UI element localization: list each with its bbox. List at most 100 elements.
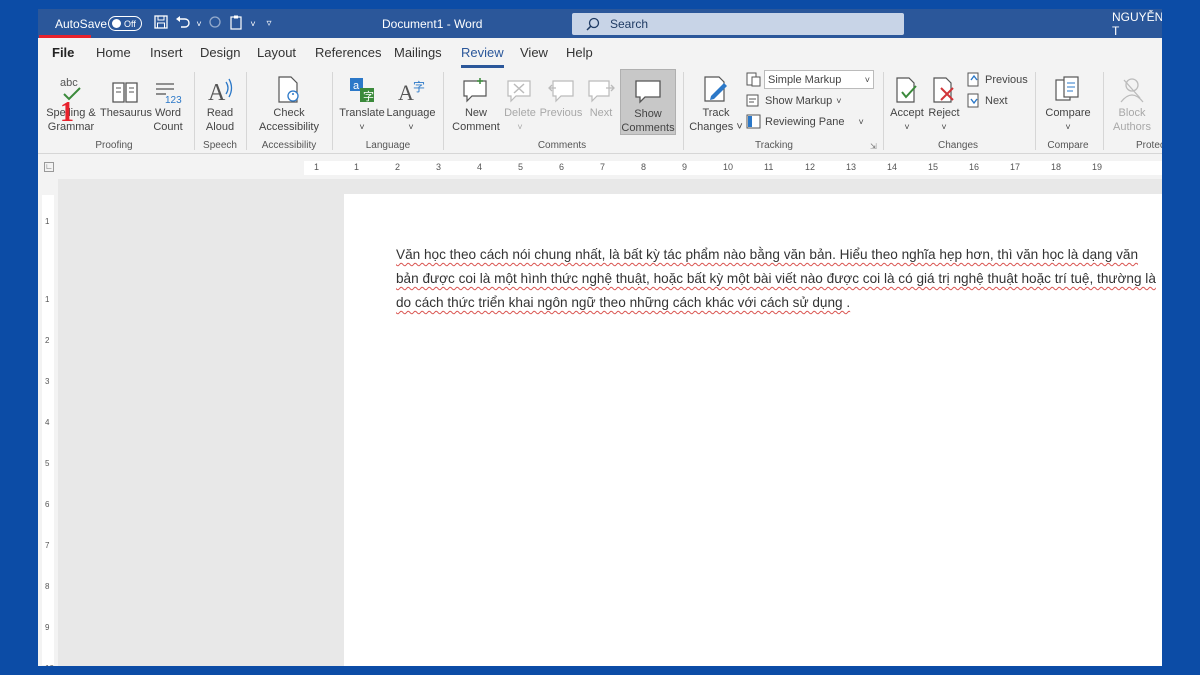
- block-authors-label-2: Authors: [1113, 121, 1151, 133]
- new-comment-label-2: Comment: [452, 121, 500, 133]
- ribbon-separator: [1035, 72, 1036, 150]
- language-dropdown-icon: ˅: [408, 122, 414, 132]
- tab-insert[interactable]: Insert: [150, 45, 183, 65]
- group-label-speech: Speech: [203, 140, 237, 151]
- vertical-ruler[interactable]: 1 1 2 3 4 5 6 7 8 9 10: [42, 195, 54, 666]
- ruler-tick-label: 9: [682, 162, 688, 172]
- translate-label: Translate: [339, 107, 385, 119]
- block-authors-button: Block Authors: [1108, 72, 1156, 134]
- ruler-tick-label: 4: [45, 418, 50, 427]
- previous-change-button[interactable]: Previous: [967, 72, 1028, 87]
- ruler-tick-label: 7: [45, 541, 50, 550]
- show-comments-button[interactable]: Show Comments: [620, 69, 676, 135]
- tab-view[interactable]: View: [520, 45, 548, 65]
- read-aloud-label-1: Read: [206, 107, 234, 119]
- tab-layout[interactable]: Layout: [257, 45, 296, 65]
- thesaurus-button[interactable]: Thesaurus: [100, 72, 152, 120]
- check-accessibility-button[interactable]: Check Accessibility: [252, 72, 326, 134]
- svg-text:abc: abc: [60, 77, 78, 89]
- customize-qat-icon[interactable]: ▿: [258, 18, 280, 29]
- group-label-compare: Compare: [1047, 140, 1089, 151]
- tab-references[interactable]: References: [315, 45, 381, 65]
- document-body-text[interactable]: Văn học theo cách nói chung nhất, là bất…: [396, 243, 1156, 315]
- markup-mode-value: Simple Markup: [768, 73, 842, 86]
- language-button[interactable]: A字 Language ˅: [386, 72, 436, 134]
- next-comment-label: Next: [589, 107, 613, 119]
- autosave-label: AutoSave: [55, 16, 108, 31]
- ruler-tick-label: 13: [846, 162, 857, 172]
- ruler-tick-label: 11: [764, 162, 774, 172]
- horizontal-ruler[interactable]: 1 1 2 3 4 5 6 7 8 9 10 11 12 13 14 15 16 17 18 19: [304, 161, 1162, 175]
- svg-text:A: A: [398, 80, 414, 104]
- reviewing-pane-button[interactable]: Reviewing Pane ˅: [746, 114, 864, 129]
- ruler-tick-label: 6: [559, 162, 565, 172]
- save-icon[interactable]: [150, 15, 172, 32]
- tab-home[interactable]: Home: [96, 45, 131, 65]
- track-changes-button[interactable]: Track Changes ˅: [688, 72, 744, 134]
- ruler-tick-label: 9: [45, 623, 50, 632]
- tab-selector-icon[interactable]: ∟: [44, 162, 54, 172]
- ruler-tick-label: 7: [600, 162, 606, 172]
- track-changes-icon: [688, 72, 744, 104]
- ruler-tick-label: 18: [1051, 162, 1062, 172]
- search-placeholder: Search: [610, 17, 649, 31]
- compare-button[interactable]: Compare ˅: [1040, 72, 1096, 134]
- previous-change-label: Previous: [985, 73, 1028, 86]
- track-changes-label-2: Changes ˅: [689, 121, 743, 133]
- user-name[interactable]: NGUYỄN T: [1112, 9, 1162, 38]
- compare-icon: [1040, 72, 1096, 104]
- word-count-label-1: Word: [154, 107, 182, 119]
- tab-file[interactable]: File: [52, 45, 74, 65]
- display-review-icon: [746, 72, 761, 87]
- undo-dropdown-icon[interactable]: ˅: [194, 19, 204, 29]
- ruler-tick-label: 5: [518, 162, 524, 172]
- ruler-tick-label: 4: [477, 162, 483, 172]
- reject-button[interactable]: Reject ˅: [926, 72, 962, 134]
- read-aloud-label-2: Aloud: [205, 121, 235, 133]
- language-icon: A字: [386, 72, 436, 104]
- markup-mode-select[interactable]: Simple Markup ˅: [764, 70, 874, 89]
- accept-button[interactable]: Accept ˅: [888, 72, 926, 134]
- autosave-toggle-wrap[interactable]: Off: [108, 9, 142, 38]
- read-aloud-icon: A: [200, 72, 240, 104]
- ruler-tick-label: 3: [436, 162, 442, 172]
- markup-dropdown-icon: ˅: [864, 74, 870, 85]
- word-count-label-2: Count: [153, 121, 183, 133]
- ruler-tick-label: 14: [887, 162, 898, 172]
- group-label-comments: Comments: [537, 140, 587, 151]
- word-window: AutoSave Off ˅ ˅ ▿ Document1 - Word Sear…: [38, 9, 1162, 666]
- ribbon-separator: [883, 72, 884, 150]
- undo-icon[interactable]: [172, 15, 194, 32]
- group-label-protect: Protec: [1136, 140, 1162, 151]
- ruler-tick-label: 5: [45, 459, 50, 468]
- new-comment-button[interactable]: New Comment: [448, 72, 504, 134]
- ruler-tick-label: 17: [1010, 162, 1021, 172]
- tab-design[interactable]: Design: [200, 45, 240, 65]
- search-box[interactable]: Search: [572, 13, 904, 35]
- ruler-tick-label: 1: [354, 162, 360, 172]
- reject-icon: [926, 72, 962, 104]
- ruler-tick-label: 8: [641, 162, 647, 172]
- svg-text:A: A: [208, 80, 226, 104]
- tab-mailings[interactable]: Mailings: [394, 45, 442, 65]
- translate-icon: a字: [338, 72, 386, 104]
- show-markup-dropdown-icon: ˅: [836, 95, 842, 106]
- next-change-button[interactable]: Next: [967, 93, 1008, 108]
- paste-icon[interactable]: [226, 15, 248, 33]
- read-aloud-button[interactable]: A Read Aloud: [200, 72, 240, 134]
- tab-help[interactable]: Help: [566, 45, 593, 65]
- block-authors-icon: [1108, 72, 1156, 104]
- word-count-button[interactable]: 123 Word Count: [150, 72, 186, 134]
- autosave-toggle[interactable]: Off: [108, 16, 142, 31]
- ruler-tick-label: 2: [45, 336, 50, 345]
- accept-icon: [888, 72, 926, 104]
- group-label-tracking: Tracking: [755, 140, 793, 151]
- delete-dropdown-icon: ˅: [517, 122, 523, 132]
- translate-button[interactable]: a字 Translate ˅: [338, 72, 386, 134]
- paste-dropdown-icon[interactable]: ˅: [248, 19, 258, 29]
- document-page[interactable]: Văn học theo cách nói chung nhất, là bất…: [344, 194, 1162, 666]
- show-markup-button[interactable]: Show Markup ˅: [746, 93, 842, 108]
- tracking-options-launcher-icon[interactable]: ⇲: [870, 142, 877, 151]
- tab-review[interactable]: Review: [461, 45, 504, 68]
- ribbon-separator: [246, 72, 247, 150]
